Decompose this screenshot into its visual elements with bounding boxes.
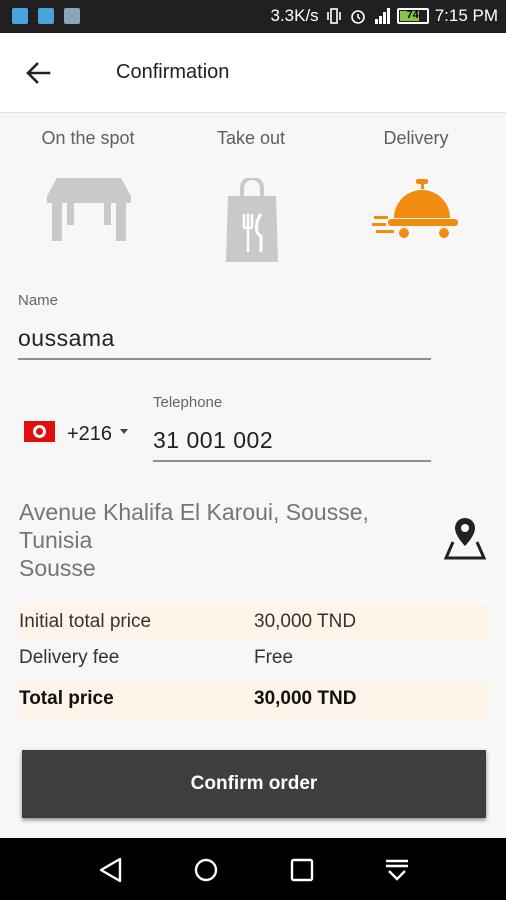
app-notification-icon	[12, 8, 28, 24]
order-type-label: Delivery	[383, 128, 449, 148]
nav-notifications-icon[interactable]	[382, 855, 412, 885]
network-speed: 3.3K/s	[270, 6, 319, 25]
chevron-down-icon[interactable]	[120, 429, 128, 434]
delivery-address: Avenue Khalifa El Karoui, Sousse, Tunisi…	[19, 498, 419, 582]
vibrate-icon	[326, 8, 341, 24]
navigation-bar	[0, 838, 506, 900]
table-icon	[47, 178, 131, 241]
system-indicators: 3.3K/s 74 7:15 PM	[270, 6, 498, 26]
address-line: Tunisia	[19, 527, 93, 553]
order-type-label: On the spot	[41, 128, 135, 148]
order-type-on-the-spot[interactable]: On the spot	[4, 128, 172, 241]
map-location-icon[interactable]	[444, 516, 486, 560]
nav-back-icon[interactable]	[96, 855, 126, 885]
name-label: Name	[18, 292, 59, 309]
notification-icons	[12, 8, 80, 24]
nav-recents-icon[interactable]	[287, 855, 317, 885]
price-row-delivery-fee: Delivery fee Free	[19, 640, 489, 676]
image-notification-icon	[64, 8, 80, 24]
page-title: Confirmation	[116, 61, 230, 83]
battery-level: 74	[406, 9, 419, 21]
total-value: 30,000 TND	[254, 688, 357, 709]
total-label: Total price	[19, 688, 114, 709]
takeout-bag-icon	[226, 178, 278, 262]
usb-icon	[38, 8, 54, 24]
confirm-order-button[interactable]: Confirm order	[22, 750, 486, 818]
price-value: 30,000 TND	[254, 611, 357, 632]
price-value: Free	[254, 647, 294, 668]
address-line: Avenue Khalifa El Karoui, Sousse,	[19, 499, 369, 525]
order-type-take-out[interactable]: Take out	[167, 128, 335, 262]
tunisia-flag-icon[interactable]	[24, 421, 55, 442]
clock: 7:15 PM	[434, 6, 498, 25]
delivery-cloche-icon	[372, 179, 458, 238]
name-input[interactable]: oussama	[18, 325, 431, 360]
order-type-label: Take out	[216, 128, 286, 148]
battery-icon: 74	[396, 8, 429, 24]
price-summary: Initial total price 30,000 TND Delivery …	[19, 604, 489, 719]
country-code-select[interactable]: +216	[67, 423, 112, 446]
price-row-initial: Initial total price 30,000 TND	[19, 604, 489, 640]
order-type-delivery[interactable]: Delivery	[332, 128, 500, 238]
price-row-total: Total price 30,000 TND	[19, 681, 489, 719]
signal-icon	[374, 8, 390, 24]
price-label: Initial total price	[19, 611, 152, 632]
back-arrow-icon[interactable]	[22, 57, 54, 89]
telephone-input[interactable]: 31 001 002	[153, 427, 431, 462]
telephone-label: Telephone	[153, 394, 223, 411]
status-bar: 3.3K/s 74 7:15 PM	[0, 0, 506, 33]
address-line: Sousse	[19, 555, 96, 581]
nav-home-icon[interactable]	[191, 855, 221, 885]
app-bar: Confirmation	[0, 33, 506, 113]
price-label: Delivery fee	[19, 647, 120, 668]
alarm-icon	[350, 10, 365, 24]
